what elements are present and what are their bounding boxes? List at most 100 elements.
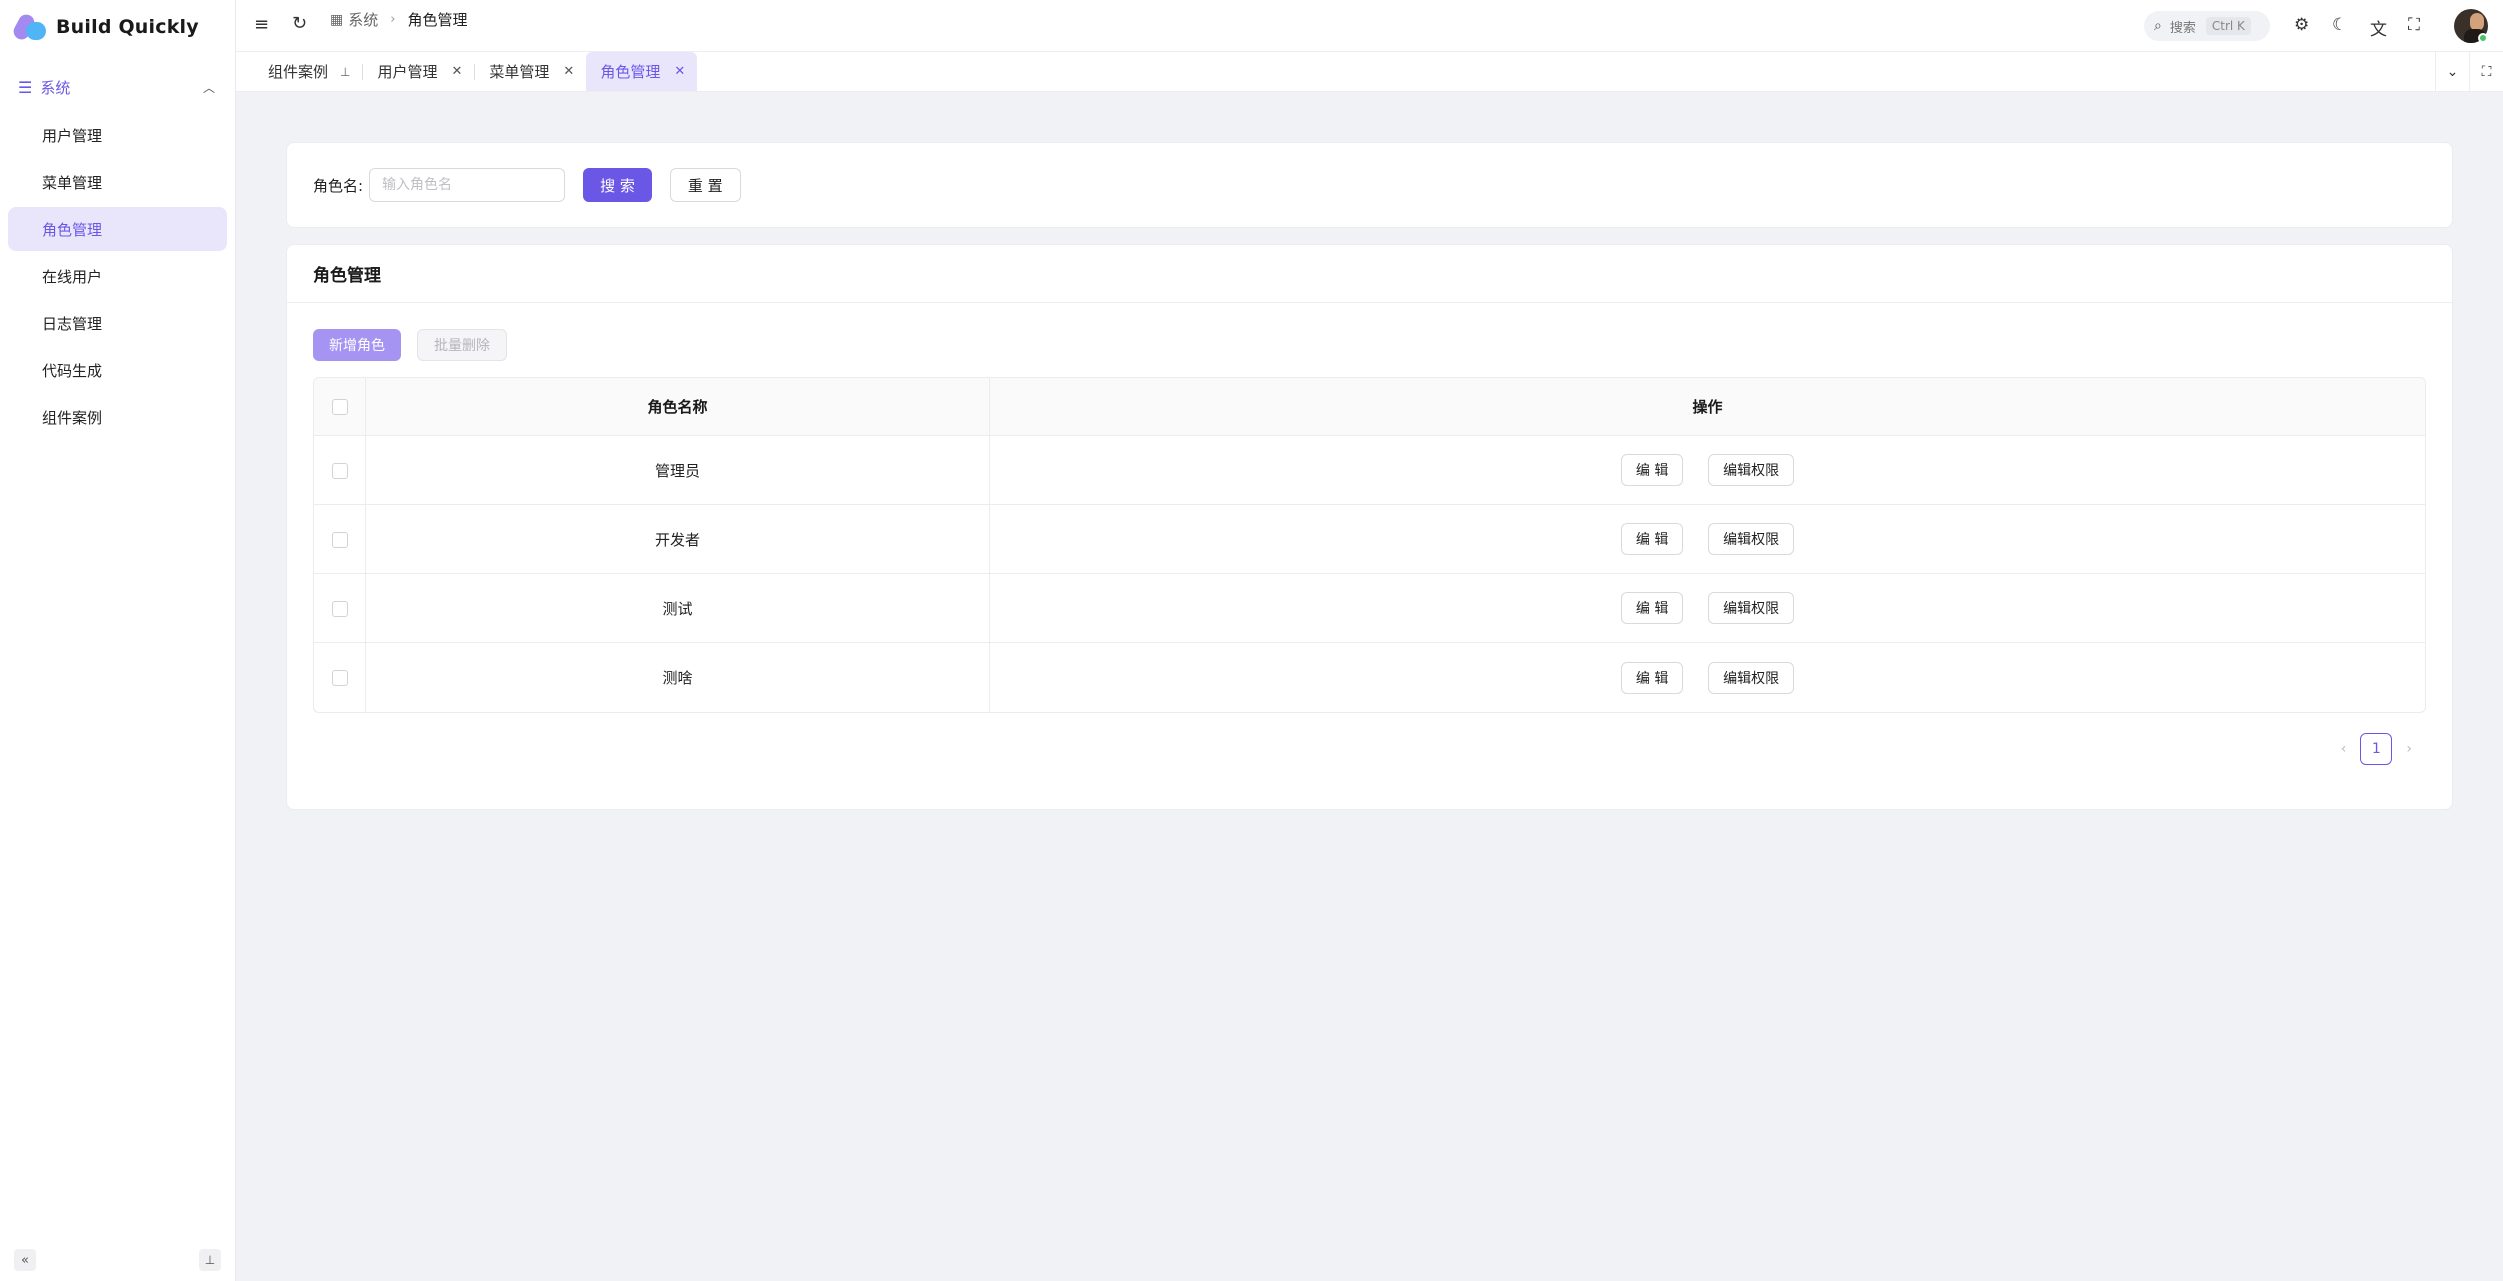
sidebar-item-roles[interactable]: 角色管理 [8, 207, 227, 251]
close-icon[interactable]: ✕ [563, 64, 574, 79]
pin-sidebar-icon[interactable]: ⊥ [199, 1249, 221, 1271]
row-actions-cell: 编 辑 编辑权限 [990, 436, 2425, 505]
breadcrumb-item-system[interactable]: 系统 [348, 9, 378, 30]
row-select-cell [314, 436, 366, 505]
search-shortcut: Ctrl K [2205, 17, 2251, 35]
page-number-current[interactable]: 1 [2360, 733, 2393, 765]
settings-gear-icon[interactable]: ⚙ [2294, 15, 2309, 35]
page-content: 角色名: 搜 索 重 置 角色管理 新增角色 批量删除 角色名称 操作 [236, 92, 2503, 810]
tab-label: 菜单管理 [489, 63, 550, 81]
breadcrumb-separator-icon: › [390, 12, 396, 27]
edit-button[interactable]: 编 辑 [1620, 454, 1684, 486]
top-header: ≡ ↻ ▦ 系统 › 角色管理 ⌕ 搜索 Ctrl K ⚙ ☾ 文 ⛶ [236, 0, 2503, 52]
table-header-row: 角色名称 操作 [314, 378, 2425, 436]
search-form: 角色名: 搜 索 重 置 [286, 142, 2453, 228]
fullscreen-icon[interactable]: ⛶ [2408, 15, 2420, 35]
dark-mode-moon-icon[interactable]: ☾ [2332, 15, 2347, 35]
grid-icon: ▦ [330, 11, 344, 28]
edit-permissions-button[interactable]: 编辑权限 [1708, 454, 1795, 486]
tab-roles[interactable]: 角色管理 ✕ [586, 52, 698, 91]
column-header-actions: 操作 [990, 378, 2425, 436]
row-actions-cell: 编 辑 编辑权限 [990, 574, 2425, 643]
sidebar-item-components[interactable]: 组件案例 [8, 395, 227, 439]
collapse-sidebar-icon[interactable]: « [14, 1249, 36, 1271]
hamburger-icon[interactable]: ≡ [254, 14, 269, 35]
table-row: 管理员 编 辑 编辑权限 [314, 436, 2425, 505]
sidebar-item-label: 代码生成 [42, 361, 103, 380]
column-header-role-name: 角色名称 [366, 378, 990, 436]
translate-icon[interactable]: 文 [2370, 15, 2387, 40]
table-row: 测试 编 辑 编辑权限 [314, 574, 2425, 643]
sidebar: Build Quickly ☰ 系统 ︿ 用户管理 菜单管理 角色管理 在线用户… [0, 0, 236, 1281]
app-title: Build Quickly [56, 16, 199, 38]
search-button[interactable]: 搜 索 [583, 168, 652, 202]
row-select-cell [314, 574, 366, 643]
close-icon[interactable]: ✕ [451, 64, 462, 79]
row-checkbox[interactable] [331, 462, 348, 479]
add-role-button[interactable]: 新增角色 [313, 329, 401, 361]
row-select-cell [314, 643, 366, 712]
edit-button[interactable]: 编 辑 [1620, 523, 1684, 555]
sidebar-footer: « ⊥ [0, 1245, 235, 1271]
row-checkbox[interactable] [331, 600, 348, 617]
close-icon[interactable]: ✕ [674, 64, 685, 79]
role-table: 角色名称 操作 管理员 编 辑 编辑权限 开发者 编 辑 编辑权限 测试 编 辑… [313, 377, 2426, 713]
tab-maximize-icon[interactable]: ⛶ [2469, 52, 2503, 92]
batch-delete-button[interactable]: 批量删除 [417, 329, 507, 361]
row-actions-cell: 编 辑 编辑权限 [990, 643, 2425, 712]
table-row: 测啥 编 辑 编辑权限 [314, 643, 2425, 712]
tab-label: 用户管理 [377, 63, 438, 81]
pin-icon[interactable]: ⊥ [340, 65, 350, 79]
sidebar-item-menus[interactable]: 菜单管理 [8, 160, 227, 204]
tab-bar: 组件案例 ⊥ 用户管理 ✕ 菜单管理 ✕ 角色管理 ✕ ⌄ ⛶ [236, 52, 2503, 92]
tab-label: 组件案例 [268, 63, 329, 81]
pagination: ‹ 1 › [287, 713, 2452, 765]
role-name-cell: 测试 [366, 574, 990, 643]
app-root: Build Quickly ☰ 系统 ︿ 用户管理 菜单管理 角色管理 在线用户… [0, 0, 2503, 1281]
sidebar-item-users[interactable]: 用户管理 [8, 113, 227, 157]
role-name-input[interactable] [369, 168, 566, 202]
search-icon: ⌕ [2154, 18, 2162, 34]
search-label: 搜索 [2169, 20, 2196, 36]
tab-bar-actions: ⌄ ⛶ [2435, 52, 2503, 92]
chevron-up-icon: ︿ [202, 80, 215, 95]
select-all-checkbox[interactable] [331, 399, 348, 415]
breadcrumb-item-current: 角色管理 [407, 11, 468, 29]
prev-page-icon[interactable]: ‹ [2341, 741, 2347, 757]
logo[interactable]: Build Quickly [0, 0, 235, 54]
sidebar-item-codegen[interactable]: 代码生成 [8, 348, 227, 392]
sidebar-group-system[interactable]: ☰ 系统 ︿ [0, 64, 235, 110]
tab-menus[interactable]: 菜单管理 ✕ [475, 52, 586, 91]
main-area: ≡ ↻ ▦ 系统 › 角色管理 ⌕ 搜索 Ctrl K ⚙ ☾ 文 ⛶ 组件案例 [236, 0, 2503, 1281]
edit-permissions-button[interactable]: 编辑权限 [1708, 661, 1795, 694]
sidebar-group-label: 系统 [40, 78, 71, 97]
global-search-button[interactable]: ⌕ 搜索 Ctrl K [2144, 11, 2270, 41]
select-all-cell [314, 378, 366, 436]
edit-button[interactable]: 编 辑 [1620, 661, 1684, 694]
card-title: 角色管理 [287, 245, 2452, 303]
row-checkbox[interactable] [331, 670, 348, 686]
edit-permissions-button[interactable]: 编辑权限 [1708, 523, 1795, 555]
next-page-icon[interactable]: › [2406, 741, 2412, 757]
sidebar-item-label: 角色管理 [42, 220, 103, 239]
sidebar-item-online-users[interactable]: 在线用户 [8, 254, 227, 298]
refresh-icon[interactable]: ↻ [292, 13, 307, 34]
logo-icon [10, 11, 48, 43]
tab-components[interactable]: 组件案例 ⊥ [254, 52, 362, 91]
chevron-down-icon[interactable]: ⌄ [2435, 52, 2469, 92]
sidebar-item-label: 在线用户 [42, 267, 103, 286]
breadcrumb: ▦ 系统 › 角色管理 [330, 9, 467, 30]
edit-permissions-button[interactable]: 编辑权限 [1708, 592, 1795, 624]
tab-users[interactable]: 用户管理 ✕ [363, 52, 474, 91]
role-name-cell: 开发者 [366, 505, 990, 574]
edit-button[interactable]: 编 辑 [1620, 592, 1684, 624]
sidebar-item-logs[interactable]: 日志管理 [8, 301, 227, 345]
reset-button[interactable]: 重 置 [669, 168, 741, 202]
menu-list-icon: ☰ [18, 77, 33, 97]
row-checkbox[interactable] [331, 531, 348, 548]
online-status-dot [2478, 33, 2488, 43]
role-name-label: 角色名: [313, 176, 364, 195]
sidebar-item-label: 菜单管理 [42, 173, 103, 192]
row-select-cell [314, 505, 366, 574]
sidebar-item-label: 用户管理 [42, 126, 103, 145]
